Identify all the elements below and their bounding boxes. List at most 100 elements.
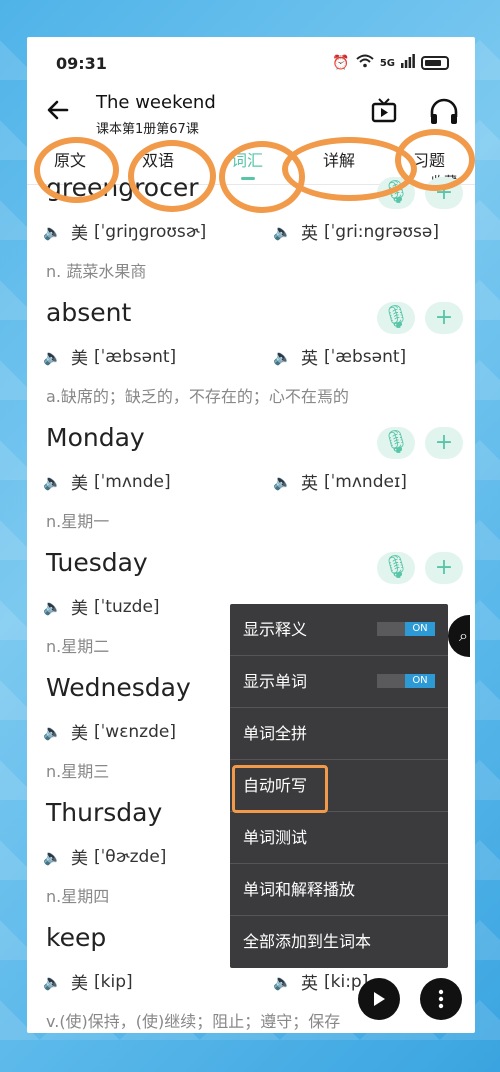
pronunciation-row: 🔈 美 [ˈtuzde] [43,594,160,620]
word-meaning: n.星期一 [46,512,110,531]
app-header: The weekend 课本第1册第67课 [27,89,475,141]
record-button[interactable]: 🎙 [377,302,415,334]
mic-icon: 🎙 [382,430,410,455]
word-text: Monday [46,423,145,452]
pronunciation-us[interactable]: 🔈 美 [ˈtuzde] [43,594,160,620]
speaker-icon: 🔈 [273,472,292,491]
vocab-options-menu: 显示释义 ON 显示单词 ON 单词全拼 自动听写 单词测试 单词和解释播放 全… [230,604,448,968]
word-meaning: n.星期三 [46,762,110,781]
pronunciation-us[interactable]: 🔈 美 [ˈæbsənt] [43,344,176,370]
speaker-icon: 🔈 [43,722,62,741]
menu-item-show-meaning[interactable]: 显示释义 ON [230,604,448,656]
tab-bilingual[interactable]: 双语 [142,147,174,171]
pronunciation-row: 🔈 美 [ˈæbsənt] 🔈 英 [ˈæbsənt] [43,344,406,370]
add-word-button[interactable]: + [425,302,463,334]
add-word-button[interactable]: + [425,552,463,584]
status-time: 09:31 [56,53,107,73]
play-icon [374,992,385,1006]
menu-item-show-word[interactable]: 显示单词 ON [230,656,448,708]
speaker-icon: 🔈 [43,972,62,991]
pronunciation-uk[interactable]: 🔈 英 [ˈæbsənt] [273,344,406,370]
pronunciation-us[interactable]: 🔈 美 [ˈmʌnde] [43,469,171,495]
speaker-icon: 🔈 [273,222,292,241]
pronunciation-us[interactable]: 🔈 美 [ˈgriŋgroʊsɚ] [43,219,206,245]
pronunciation-row: 🔈 美 [ˈmʌnde] 🔈 英 [ˈmʌndeɪ] [43,469,407,495]
page-title: The weekend [96,92,216,113]
plus-icon: + [434,430,454,455]
speaker-icon: 🔈 [43,222,62,241]
list-item[interactable]: greengrocer 🎙 + 🔈 美 [ˈgriŋgroʊsɚ] 🔈 英 [ˈgri:… [27,173,475,298]
back-button[interactable] [45,97,73,125]
word-meaning: n. 蔬菜水果商 [46,262,147,281]
mic-icon: 🎙 [382,305,410,330]
signal-icon [401,54,415,72]
more-vertical-icon [438,989,444,1009]
pronunciation-uk[interactable]: 🔈 英 [ˈmʌndeɪ] [273,469,407,495]
record-button[interactable]: 🎙 [377,177,415,209]
word-text: absent [46,298,132,327]
headphones-button[interactable] [428,97,460,125]
speaker-icon: 🔈 [273,972,292,991]
add-word-button[interactable]: + [425,427,463,459]
speaker-icon: 🔈 [43,847,62,866]
tab-explanation[interactable]: 详解 [323,147,355,171]
menu-item-word-explain-play[interactable]: 单词和解释播放 [230,864,448,916]
pronunciation-us[interactable]: 🔈 美 [kip] [43,969,133,995]
pronunciation-uk[interactable]: 🔈 英 [ˈgri:ngrəʊsə] [273,219,439,245]
more-options-button[interactable] [420,978,462,1020]
pronunciation-row: 🔈 美 [ˈgriŋgroʊsɚ] 🔈 英 [ˈgri:ngrəʊsə] [43,219,439,245]
word-meaning: n.星期二 [46,637,110,656]
show-word-toggle[interactable]: ON [377,674,435,688]
tv-button[interactable] [371,97,397,123]
wifi-icon [356,54,374,72]
menu-item-add-all-to-wordbook[interactable]: 全部添加到生词本 [230,916,448,968]
menu-item-word-test[interactable]: 单词测试 [230,812,448,864]
phone-screen: 09:31 ⏰ 5G The weekend 课本第1册第67课 原文 双语 词 [27,37,475,1033]
word-meaning: a.缺席的；缺乏的，不存在的；心不在焉的 [46,387,349,406]
pronunciation-row: 🔈 美 [kip] 🔈 英 [ki:p] [43,969,368,995]
pronunciation-row: 🔈 美 [ˈθɚzde] [43,844,166,870]
pronunciation-uk[interactable]: 🔈 英 [ki:p] [273,969,368,995]
plus-icon: + [434,305,454,330]
tv-icon [371,98,397,123]
tab-exercises[interactable]: 习题 [413,147,445,171]
plus-icon: + [434,555,454,580]
arrow-left-icon [47,100,69,120]
status-bar: 09:31 ⏰ 5G [27,37,475,89]
speaker-icon: 🔈 [43,597,62,616]
plus-icon: + [434,180,454,205]
pronunciation-row: 🔈 美 [ˈwɛnzde] [43,719,176,745]
speaker-icon: 🔈 [43,347,62,366]
tab-original[interactable]: 原文 [54,147,86,171]
pronunciation-us[interactable]: 🔈 美 [ˈθɚzde] [43,844,166,870]
word-meaning: v.(使)保持，(使)继续；阻止；遵守；保存 [46,1012,341,1031]
list-item[interactable]: absent 🎙 + 🔈 美 [ˈæbsənt] 🔈 英 [ˈæbsənt] a.缺席的… [27,298,475,423]
word-text: Tuesday [46,548,148,577]
word-text: greengrocer [46,173,199,202]
add-word-button[interactable]: + [425,177,463,209]
speaker-icon: 🔈 [273,347,292,366]
mic-icon: 🎙 [382,180,410,205]
word-text: Wednesday [46,673,191,702]
alarm-icon: ⏰ [332,55,350,71]
speaker-icon: 🔈 [43,472,62,491]
headphones-icon [430,98,458,124]
tab-vocabulary[interactable]: 词汇 [231,147,263,171]
pronunciation-us[interactable]: 🔈 美 [ˈwɛnzde] [43,719,176,745]
show-meaning-toggle[interactable]: ON [377,622,435,636]
menu-item-full-spelling[interactable]: 单词全拼 [230,708,448,760]
word-text: keep [46,923,107,952]
word-text: Thursday [46,798,163,827]
search-icon: ⌕ [459,626,468,645]
signal-type: 5G [379,57,395,69]
menu-item-auto-dictation[interactable]: 自动听写 [230,760,448,812]
record-button[interactable]: 🎙 [377,427,415,459]
play-button[interactable] [358,978,400,1020]
word-meaning: n.星期四 [46,887,110,906]
page-subtitle: 课本第1册第67课 [96,122,199,137]
battery-icon [421,56,449,70]
record-button[interactable]: 🎙 [377,552,415,584]
list-item[interactable]: Monday 🎙 + 🔈 美 [ˈmʌnde] 🔈 英 [ˈmʌndeɪ] n.星期一 [27,423,475,548]
mic-icon: 🎙 [382,555,410,580]
status-icons: ⏰ 5G [332,54,449,72]
